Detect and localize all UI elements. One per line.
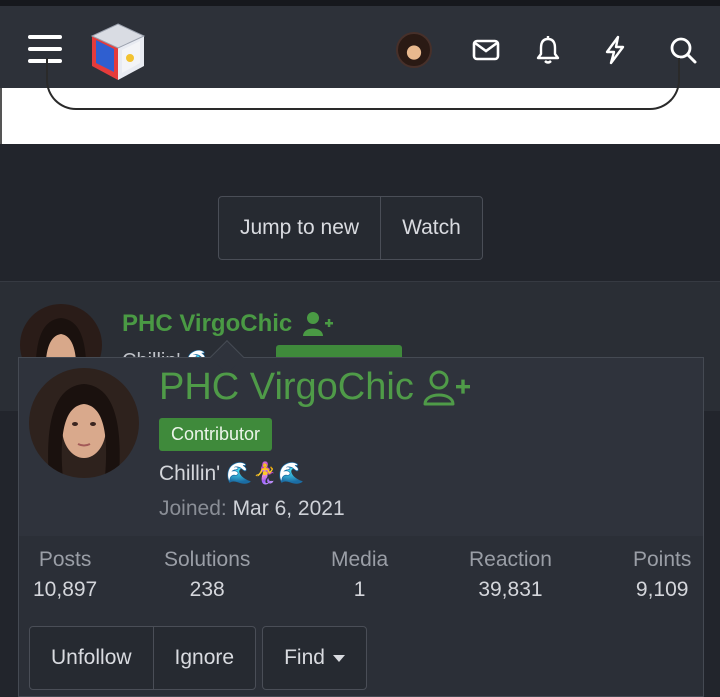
stat-media[interactable]: Media 1	[331, 548, 388, 602]
member-avatar[interactable]	[29, 368, 139, 478]
stat-label: Solutions	[164, 548, 251, 571]
member-role-badge: Contributor	[159, 418, 273, 451]
stat-value: 1	[353, 578, 366, 601]
thread-action-group: Jump to new Watch	[218, 196, 483, 260]
joined-label: Joined:	[159, 497, 227, 520]
stat-label: Reaction	[469, 548, 552, 571]
stat-value: 10,897	[33, 578, 98, 601]
stat-reaction[interactable]: Reaction 39,831	[469, 548, 552, 602]
stat-label: Points	[633, 548, 692, 571]
find-group: Find	[262, 626, 367, 690]
member-tooltip-card: PHC VirgoChic Contributor Chillin' 🌊🧜‍♀️…	[18, 340, 704, 697]
jump-to-new-button[interactable]: Jump to new	[219, 197, 380, 259]
post-author-name[interactable]: PHC VirgoChic	[122, 310, 292, 338]
follow-icon[interactable]	[302, 310, 334, 338]
member-actions: Unfollow Ignore Find	[29, 626, 367, 690]
unfollow-button[interactable]: Unfollow	[30, 627, 153, 689]
member-name[interactable]: PHC VirgoChic	[159, 366, 472, 409]
member-name-text[interactable]: PHC VirgoChic	[159, 366, 414, 409]
stat-label: Media	[331, 548, 389, 571]
joined-date: Mar 6, 2021	[232, 497, 345, 520]
stat-label: Posts	[38, 548, 92, 571]
find-button[interactable]: Find	[263, 627, 366, 689]
stat-solutions[interactable]: Solutions 238	[164, 548, 250, 602]
editor-panel	[0, 58, 720, 144]
stat-value: 238	[189, 578, 225, 601]
member-status: Chillin' 🌊🧜‍♀️🌊	[159, 462, 305, 485]
watch-button[interactable]: Watch	[380, 197, 482, 259]
find-label: Find	[284, 646, 325, 669]
member-joined: Joined: Mar 6, 2021	[159, 497, 345, 521]
reply-box-edge[interactable]	[46, 58, 680, 110]
follow-user-icon[interactable]	[422, 370, 472, 406]
caret-down-icon	[332, 654, 345, 662]
stat-posts[interactable]: Posts 10,897	[33, 548, 97, 602]
follow-ignore-group: Unfollow Ignore	[29, 626, 257, 690]
stat-value: 39,831	[478, 578, 543, 601]
ignore-button[interactable]: Ignore	[152, 627, 256, 689]
member-stats: Posts 10,897 Solutions 238 Media 1 React…	[19, 548, 703, 608]
stat-points[interactable]: Points 9,109	[633, 548, 691, 602]
stat-value: 9,109	[635, 578, 689, 601]
